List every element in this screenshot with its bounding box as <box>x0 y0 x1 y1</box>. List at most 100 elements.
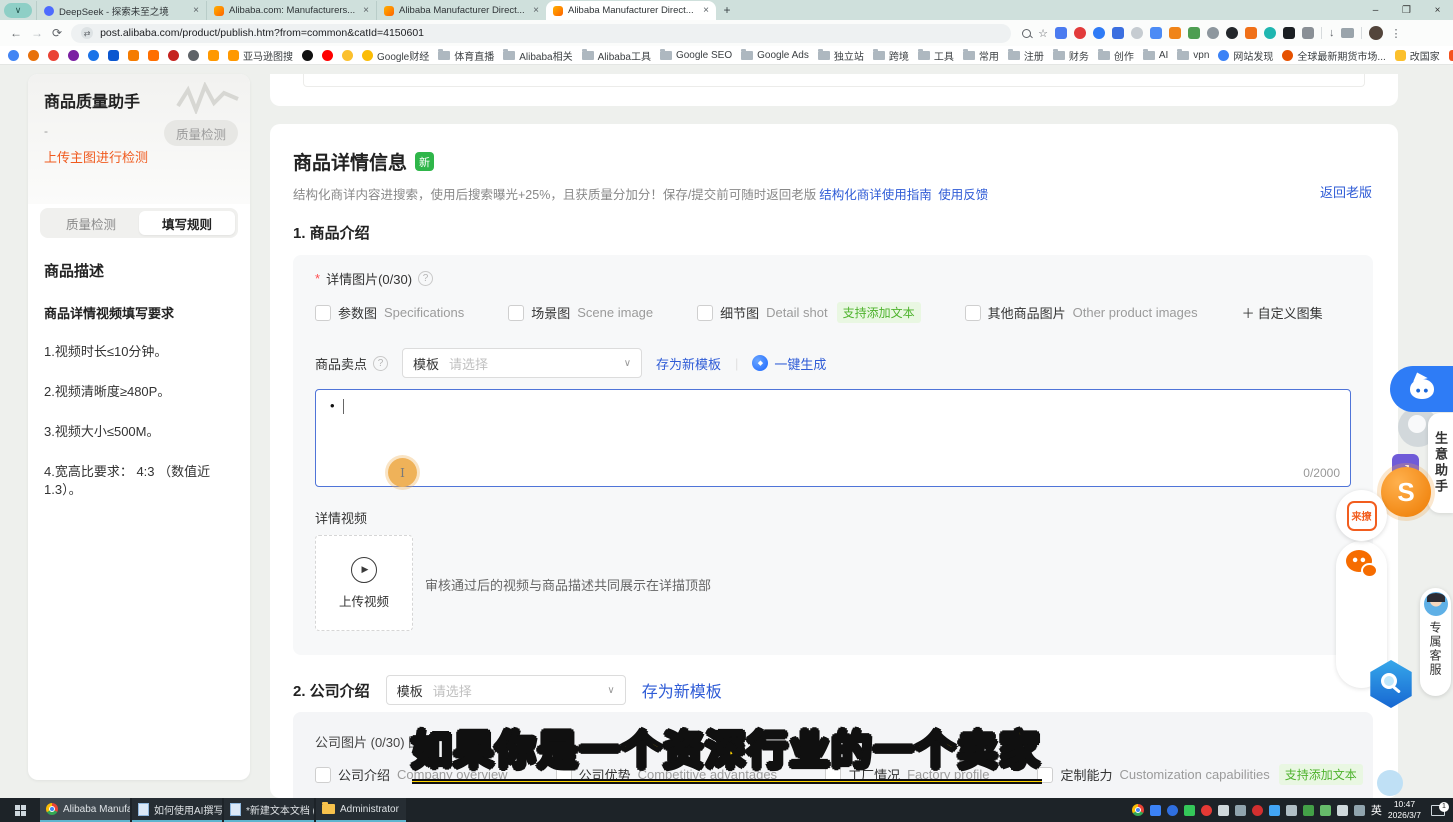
bookmark-favicon[interactable] <box>188 50 199 61</box>
wechat-float-pill[interactable] <box>1336 541 1387 688</box>
checkbox-icon[interactable] <box>965 305 981 321</box>
forward-icon[interactable]: → <box>31 26 43 40</box>
tray-photo-icon[interactable] <box>1235 805 1246 816</box>
business-assistant-label-pill[interactable]: 生意助手 <box>1428 413 1453 513</box>
bookmark-favicon[interactable] <box>8 50 19 61</box>
taskbar-app-chrome[interactable]: Alibaba Manufact... <box>40 798 130 822</box>
checkbox-customization-capabilities[interactable]: 定制能力 Customization capabilities 支持添加文本 <box>1037 764 1362 785</box>
bookmark-item[interactable]: 海天知识产权保护... <box>1449 48 1453 63</box>
bookmark-folder[interactable]: Alibaba工具 <box>582 48 651 63</box>
tray-volume-icon[interactable] <box>1354 805 1365 816</box>
skype-float-button[interactable]: S <box>1381 467 1431 517</box>
bookmark-favicon[interactable] <box>128 50 139 61</box>
tray-icon[interactable] <box>1150 805 1161 816</box>
guide-link[interactable]: 结构化商详使用指南 <box>819 188 932 202</box>
info-icon[interactable]: ? <box>373 356 388 371</box>
bookmark-favicon[interactable] <box>322 50 333 61</box>
taskbar-app-notepad-1[interactable]: 如何使用AI撰写产... <box>132 798 222 822</box>
extension-icon[interactable] <box>1150 27 1162 39</box>
tray-battery-icon[interactable] <box>1286 805 1297 816</box>
extension-icon[interactable] <box>1169 27 1181 39</box>
extension-icon[interactable] <box>1188 27 1200 39</box>
bookmark-favicon[interactable] <box>342 50 353 61</box>
bookmark-item[interactable]: 全球最新期货市场... <box>1282 48 1385 63</box>
upload-video-button[interactable]: ▶ 上传视频 <box>315 535 413 631</box>
browser-tab[interactable]: Alibaba.com: Manufacturers... × <box>206 1 376 20</box>
checkbox-scene-image[interactable]: 场景图 Scene image <box>508 303 653 322</box>
extension-icon[interactable] <box>1226 27 1238 39</box>
bookmark-folder[interactable]: 体育直播 <box>438 48 494 63</box>
customer-service-button[interactable]: 专属客服 <box>1420 588 1451 696</box>
extension-icon[interactable] <box>1283 27 1295 39</box>
browser-tab[interactable]: Alibaba Manufacturer Direct... × <box>376 1 546 20</box>
menu-dots-icon[interactable]: ⋮ <box>1390 27 1401 40</box>
tab-close-icon[interactable]: × <box>363 5 369 16</box>
extension-icon[interactable] <box>1264 27 1276 39</box>
bookmark-folder[interactable]: vpn <box>1177 50 1209 61</box>
tray-icon[interactable] <box>1201 805 1212 816</box>
extension-icon[interactable] <box>1074 27 1086 39</box>
bookmark-favicon[interactable] <box>48 50 59 61</box>
bookmark-folder[interactable]: 创作 <box>1098 48 1134 63</box>
tray-icon[interactable] <box>1320 805 1331 816</box>
bookmark-folder[interactable]: Alibaba相关 <box>503 48 572 63</box>
minimize-button[interactable]: – <box>1360 2 1391 20</box>
bookmark-item[interactable]: 亚马逊图搜 <box>228 48 293 63</box>
bookmark-favicon[interactable] <box>168 50 179 61</box>
feedback-link[interactable]: 使用反馈 <box>938 188 988 202</box>
bookmark-folder[interactable]: 常用 <box>963 48 999 63</box>
checkbox-icon[interactable] <box>315 305 331 321</box>
url-input[interactable]: ⇄ post.alibaba.com/product/publish.htm?f… <box>71 24 1011 43</box>
tab-quality-check[interactable]: 质量检测 <box>43 211 139 235</box>
selling-point-editor[interactable]: • 0/2000 <box>315 389 1351 487</box>
bookmark-folder[interactable]: Google SEO <box>660 50 732 61</box>
bookmark-item[interactable]: 改国家 <box>1395 48 1440 63</box>
checkbox-icon[interactable] <box>697 305 713 321</box>
bookmark-favicon[interactable] <box>208 50 219 61</box>
template-select[interactable]: 模板 请选择 ∨ <box>402 348 642 378</box>
one-click-generate-button[interactable]: ◆ 一键生成 <box>752 354 826 373</box>
extension-icon[interactable] <box>1245 27 1257 39</box>
close-button[interactable]: × <box>1422 2 1453 20</box>
tray-mic-icon[interactable] <box>1218 805 1229 816</box>
taskbar-app-notepad-2[interactable]: *新建文本文档 (2).t... <box>224 798 314 822</box>
start-button[interactable] <box>0 798 40 822</box>
extension-icon[interactable] <box>1131 27 1143 39</box>
extension-icon[interactable] <box>1093 27 1105 39</box>
tab-close-icon[interactable]: × <box>533 5 539 16</box>
bookmark-folder[interactable]: 工具 <box>918 48 954 63</box>
bookmark-star-icon[interactable]: ☆ <box>1038 27 1048 40</box>
tray-icon[interactable] <box>1252 805 1263 816</box>
bookmark-favicon[interactable] <box>28 50 39 61</box>
bookmark-favicon[interactable] <box>68 50 79 61</box>
notification-center-icon[interactable]: 1 <box>1431 805 1445 816</box>
checkbox-icon[interactable] <box>508 305 524 321</box>
refresh-icon[interactable]: ⟳ <box>52 26 62 40</box>
back-to-old-version-link[interactable]: 返回老版 <box>1320 182 1372 201</box>
tray-icon[interactable] <box>1269 805 1280 816</box>
new-tab-button[interactable]: + <box>716 1 738 20</box>
site-settings-icon[interactable]: ⇄ <box>81 27 93 39</box>
download-icon[interactable]: ↓ <box>1329 27 1335 39</box>
tab-fill-rules[interactable]: 填写规则 <box>139 211 235 235</box>
tab-search-button[interactable]: ∨ <box>4 3 32 18</box>
bookmark-folder[interactable]: AI <box>1143 50 1168 61</box>
browser-tab[interactable]: DeepSeek - 探索未至之境 × <box>36 1 206 20</box>
save-as-template-link[interactable]: 存为新模板 <box>656 354 721 373</box>
tray-icon[interactable] <box>1303 805 1314 816</box>
ime-language-indicator[interactable]: 英 <box>1371 802 1382 818</box>
bookmark-folder[interactable]: 跨境 <box>873 48 909 63</box>
checkbox-icon[interactable] <box>315 767 331 783</box>
extensions-puzzle-icon[interactable] <box>1302 27 1314 39</box>
bookmark-folder[interactable]: 财务 <box>1053 48 1089 63</box>
tab-close-icon[interactable]: × <box>193 5 199 16</box>
browser-tab-active[interactable]: Alibaba Manufacturer Direct... × <box>546 1 716 20</box>
tray-display-icon[interactable] <box>1337 805 1348 816</box>
tray-icon[interactable] <box>1184 805 1195 816</box>
checkbox-specifications[interactable]: 参数图 Specifications <box>315 303 464 322</box>
profile-avatar[interactable] <box>1369 26 1383 40</box>
bookmark-favicon[interactable] <box>302 50 313 61</box>
back-icon[interactable]: ← <box>10 26 22 40</box>
tab-close-icon[interactable]: × <box>703 5 709 16</box>
bookmark-item[interactable]: 网站发现 <box>1218 48 1273 63</box>
